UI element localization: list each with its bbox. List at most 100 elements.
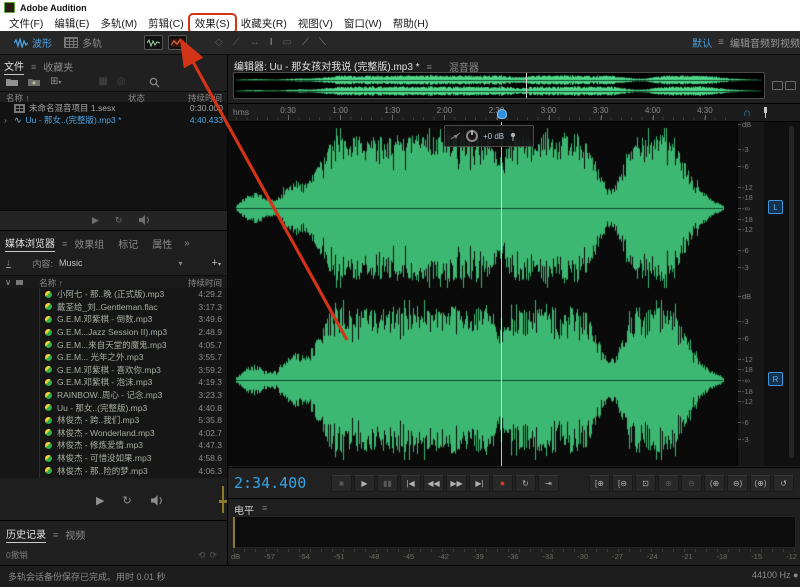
menu-item[interactable]: 效果(S) [190,15,235,32]
healing-brush-tool-icon[interactable]: ⟍ [319,37,326,48]
media-file-row[interactable]: 小阿七 - 那..晚 (正式版).mp34:29.2 [0,288,227,301]
slip-tool-icon[interactable]: ↔ [250,37,260,48]
media-file-row[interactable]: 林俊杰 - 修炼爱情.mp34:47.3 [0,439,227,452]
reset-zoom-button[interactable]: ↺ [773,475,794,492]
tab-files[interactable]: 文件 [4,58,24,75]
file-row[interactable]: 未命名混音项目 1.sesx0:30.000 [0,102,227,114]
volume-hud[interactable]: +0 dB [444,125,534,147]
tab-effects-rack[interactable]: 效果组 [74,236,104,251]
vertical-scrollbar[interactable] [789,126,794,458]
hud-pin-icon[interactable] [509,132,517,141]
skip-selection-button[interactable]: ⇥ [538,475,559,492]
stop-button[interactable]: ■ [331,475,352,492]
to-end-button[interactable]: ▶| [469,475,490,492]
media-file-row[interactable]: RAINBOW..周心 - 记念.mp33:23.3 [0,389,227,402]
record-button[interactable]: ● [492,475,513,492]
playhead-handle[interactable] [497,109,507,119]
row-expander-icon[interactable]: › [4,115,10,125]
tab-history[interactable]: 历史记录 [6,526,46,543]
media-col-duration[interactable]: 持续时间 [188,277,222,289]
overview-playhead[interactable] [526,73,527,98]
history-menu-icon[interactable]: ≡ [53,530,58,540]
zoom-out-point-button[interactable]: ⊖) [727,475,748,492]
import-media-icon[interactable]: ↓ [6,258,11,268]
menu-item[interactable]: 窗口(W) [339,15,387,32]
level-meter[interactable] [232,516,796,548]
loop-button[interactable]: ↻ [515,475,536,492]
content-dropdown[interactable]: Music [59,258,83,268]
play-icon[interactable]: ▶ [92,215,99,226]
levels-menu-icon[interactable]: ≡ [262,503,267,513]
media-file-row[interactable]: 林俊杰 - 跨..我们.mp35:35.8 [0,414,227,427]
overview-zoom-icon[interactable] [772,81,783,90]
zoom-in-amp-button[interactable]: ⊕ [658,475,679,492]
main-waveform[interactable] [228,122,737,466]
media-file-row[interactable]: 林俊杰 - Wonderland.mp34:02.7 [0,427,227,440]
play-button[interactable]: ▶ [354,475,375,492]
volume-knob[interactable] [466,130,478,142]
overview-waveform[interactable] [235,74,763,97]
db-scale-column[interactable]: dB-3-6-12-18-∞-18-12-6-3dB-3-6-12-18-∞-1… [737,122,765,466]
pause-button[interactable]: ▮▮ [377,475,398,492]
zoom-to-selection-button[interactable]: (⊕) [750,475,771,492]
preview-speaker-icon[interactable] [150,495,163,506]
file-row[interactable]: ›∿Uu - 那女..(完整版).mp3 *4:40.433 [0,114,227,126]
new-item-icon[interactable]: ⊞▾ [50,77,61,88]
media-file-row[interactable]: 戴荃给_刘..Gentleman.flac3:17.3 [0,301,227,314]
add-shortcut-icon[interactable]: +▾ [212,257,221,269]
menu-item[interactable]: 帮助(H) [388,15,434,32]
import-file-icon[interactable] [28,78,41,87]
media-file-row[interactable]: Uu - 那女..(完整版).mp34:40.8 [0,401,227,414]
insert-multitrack-icon[interactable]: ▦ [98,77,107,87]
menu-item[interactable]: 编辑(E) [49,15,94,32]
pin-icon[interactable] [761,107,770,118]
auto-play-speaker-icon[interactable] [138,215,150,225]
move-tool-icon[interactable]: ◇ [215,37,223,48]
workspace-default[interactable]: 默认 [692,35,712,50]
show-spectral-toggle[interactable] [168,35,187,50]
divider-marker-notch[interactable] [219,500,227,503]
media-file-row[interactable]: 林俊杰 - 那..险的梦.mp34:06.3 [0,464,227,477]
left-channel-badge[interactable]: L [768,200,783,214]
media-file-row[interactable]: G.E.M...来自天堂的魔鬼.mp34:05.7 [0,338,227,351]
razor-tool-icon[interactable]: ⟋ [233,37,240,48]
media-col-name[interactable]: 名称 ↑ [39,277,188,289]
menu-item[interactable]: 收藏夹(R) [236,15,292,32]
media-file-row[interactable]: G.E.M.邓紫棋 - 倒数.mp33:49.6 [0,313,227,326]
workspace-menu-icon[interactable]: ≡ [718,37,724,48]
forward-button[interactable]: ▶▶ [446,475,467,492]
zoom-in-time-button[interactable]: [⊕ [589,475,610,492]
tab-video[interactable]: 视频 [65,527,85,542]
timeline-ruler[interactable]: hms 0:301:001:302:002:303:003:304:004:30 [228,103,800,122]
waveform-view-button[interactable]: 波形 [8,33,58,52]
editor-menu-icon[interactable]: ≡ [427,62,432,72]
time-display[interactable]: 2:34.400 [234,474,330,492]
marquee-selection-tool-icon[interactable]: ▭ [282,37,291,48]
tab-media-browser[interactable]: 媒体浏览器 [5,235,55,252]
waveform-display-area[interactable]: dB-3-6-12-18-∞-18-12-6-3dB-3-6-12-18-∞-1… [228,122,800,466]
media-file-row[interactable]: G.E.M... 光年之外.mp33:55.7 [0,351,227,364]
menu-item[interactable]: 剪辑(C) [143,15,189,32]
overview-settings-icon[interactable] [785,81,796,90]
tab-favorites[interactable]: 收藏夹 [43,59,73,74]
workspace-edit-audio[interactable]: 编辑音频到视频 [730,35,800,50]
paintbrush-tool-icon[interactable]: ⟋ [302,37,309,48]
tree-expander-icon[interactable]: ∨ [5,277,11,288]
menu-item[interactable]: 多轨(M) [95,15,142,32]
zoom-in-point-button[interactable]: (⊕ [704,475,725,492]
playhead-line[interactable] [501,122,502,466]
zoom-selection-button[interactable]: ⊡ [635,475,656,492]
content-caret-icon[interactable]: ▾ [179,259,183,268]
insert-cd-icon[interactable]: ◎ [117,77,126,87]
loop-icon[interactable]: ↻ [115,215,123,226]
to-start-button[interactable]: |◀ [400,475,421,492]
media-browser-menu-icon[interactable]: ≡ [62,239,67,249]
menu-item[interactable]: 视图(V) [293,15,338,32]
zoom-out-time-button[interactable]: [⊖ [612,475,633,492]
show-waveform-toggle[interactable] [144,35,163,50]
drive-icon[interactable] [16,280,23,285]
zoom-out-amp-button[interactable]: ⊖ [681,475,702,492]
right-channel-badge[interactable]: R [768,372,783,386]
tab-markers[interactable]: 标记 [118,236,138,251]
media-file-row[interactable]: G.E.M...Jazz Session II).mp32:48.9 [0,326,227,339]
